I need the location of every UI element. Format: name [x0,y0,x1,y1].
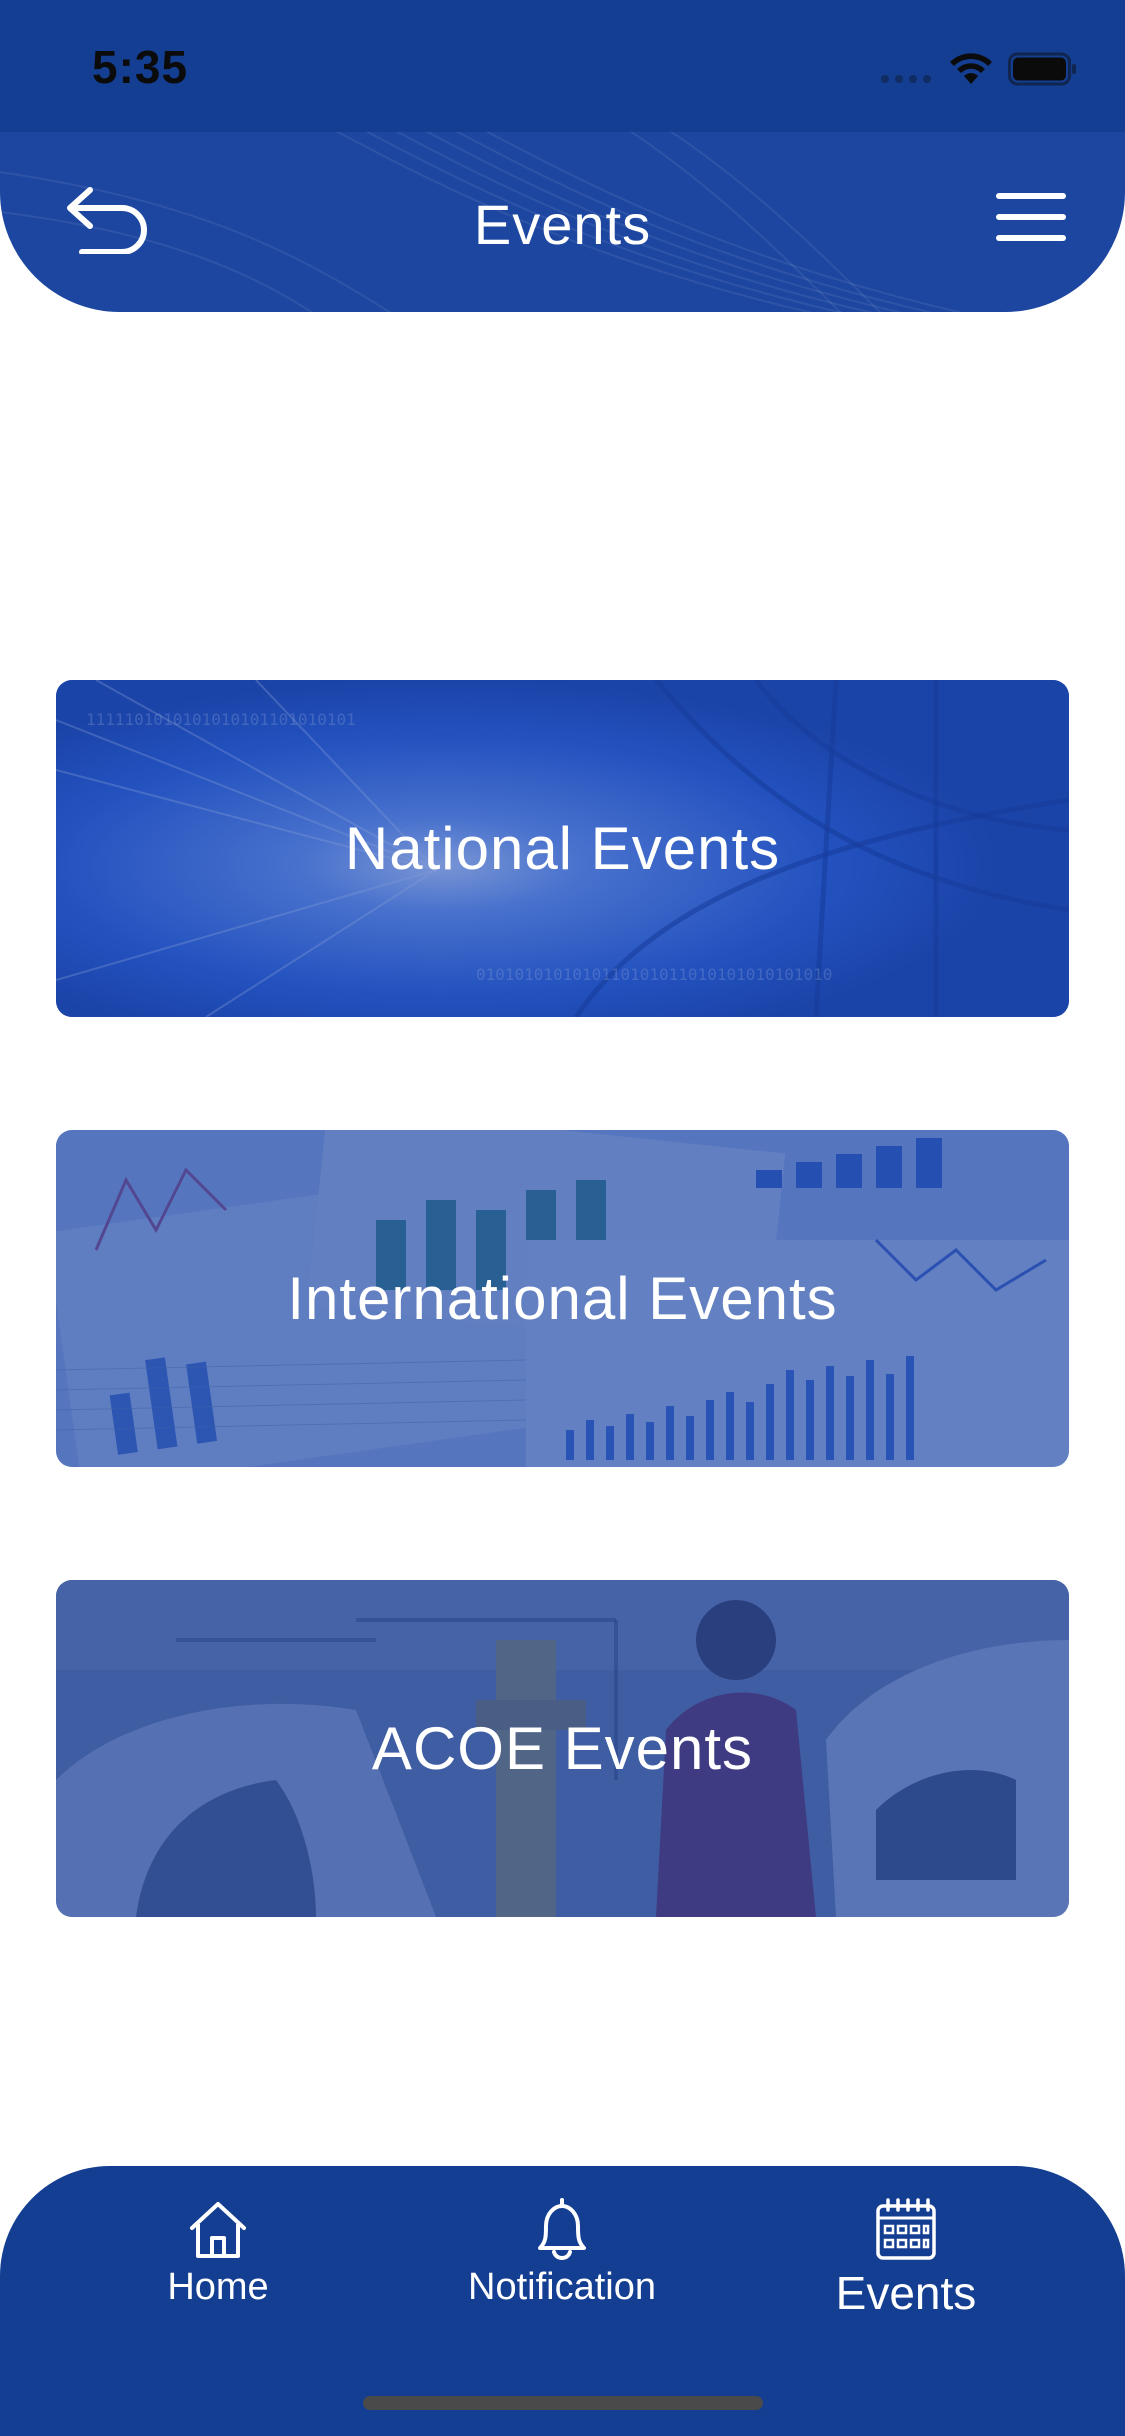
home-indicator [363,2396,763,2410]
cellular-signal-icon [881,75,931,83]
tab-home[interactable]: Home [68,2166,368,2336]
calendar-icon [876,2198,936,2260]
tab-label: Notification [468,2266,656,2308]
header-bar: Events [0,132,1125,312]
home-icon [190,2202,246,2258]
acoe-events-card[interactable]: ACOE Events [56,1580,1069,1917]
hamburger-menu-icon[interactable] [996,190,1066,244]
status-time: 5:35 [92,41,189,93]
battery-icon [1008,52,1076,86]
tab-label: Events [835,2267,977,2319]
international-events-card[interactable]: International Events [56,1130,1069,1467]
bell-icon [538,2198,586,2260]
card-label: International Events [287,1265,838,1332]
tab-notification[interactable]: Notification [412,2166,712,2336]
status-bar: 5:35 [0,0,1125,132]
wifi-icon [950,53,992,84]
page-title: Events [473,193,652,256]
national-events-card[interactable]: 1111101010101010101101010101 01010101010… [56,680,1069,1017]
card-label: ACOE Events [371,1715,754,1782]
events-screen: 5:35 Events National Events Internationa… [0,0,1125,2436]
tab-events[interactable]: Events [756,2166,1056,2336]
card-label: National Events [344,815,781,882]
tab-label: Home [167,2266,269,2308]
